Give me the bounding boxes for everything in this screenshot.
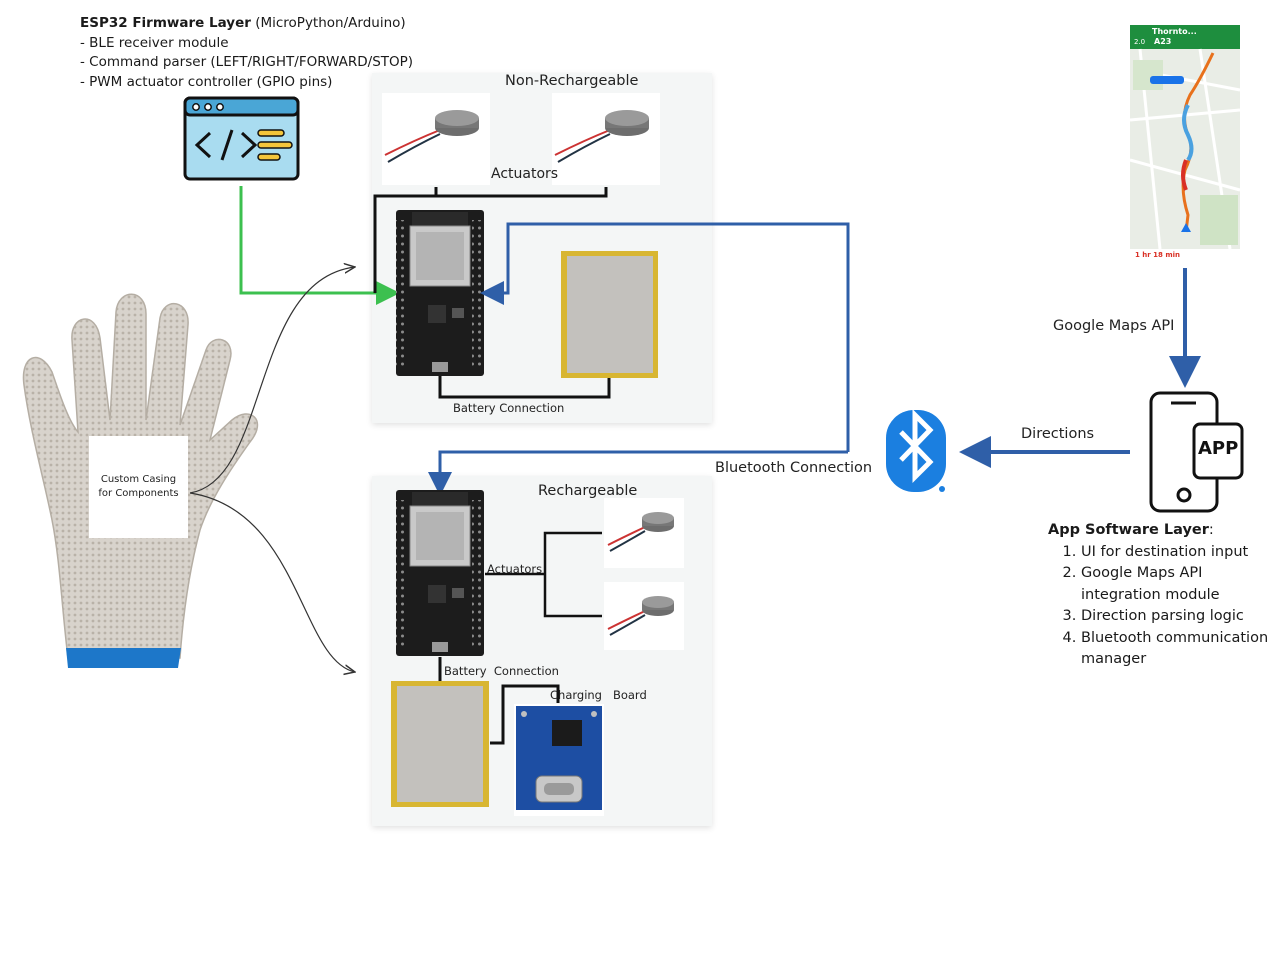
custom-casing-box: Custom Casing for Components [89,436,188,538]
battery-icon [391,681,489,807]
custom-casing-label: Custom Casing for Components [98,474,179,499]
google-maps-screenshot [1129,25,1241,268]
map-road: A23 [1154,37,1172,46]
list-item: Direction parsing logic [1081,606,1280,628]
battery-connection-label: Battery Connection [444,664,559,678]
vibration-motor-icon [554,110,649,163]
actuators-label: Actuators [491,166,559,182]
app-software-layer: App Software Layer: UI for destination i… [1048,520,1280,671]
esp32-board [396,490,484,656]
vibration-motor-icon [607,512,674,552]
actuators-label: Actuators [487,562,543,576]
battery-connection-label: Battery Connection [453,401,565,415]
bluetooth-connection-label: Bluetooth Connection [715,460,873,476]
charging-board-label: Charging Board [550,688,647,702]
battery-icon [561,251,658,378]
diagram-canvas [22,25,1244,816]
charging-board-icon [514,704,604,816]
list-item: Bluetooth communication manager [1081,628,1280,671]
map-eta: 1 hr 18 min [1135,251,1181,259]
map-distance: 2.0 [1134,38,1146,46]
list-item: Google Maps API integration module [1081,563,1280,606]
directions-label: Directions [1021,426,1095,442]
vibration-motor-icon [384,110,479,163]
firmware-flash-arrow [239,186,400,305]
app-layer-list: UI for destination input Google Maps API… [1048,542,1280,671]
bluetooth-line-top [480,222,850,452]
vibration-motor-icon [607,596,674,636]
list-item: UI for destination input [1081,542,1280,564]
google-maps-api-label: Google Maps API [1053,318,1175,334]
app-label: APP [1198,438,1239,459]
map-destination: Thornto... [1152,27,1197,36]
code-icon [183,96,300,181]
esp32-board [396,210,484,376]
app-layer-heading: App Software Layer: [1048,522,1214,538]
bluetooth-icon [886,408,946,492]
